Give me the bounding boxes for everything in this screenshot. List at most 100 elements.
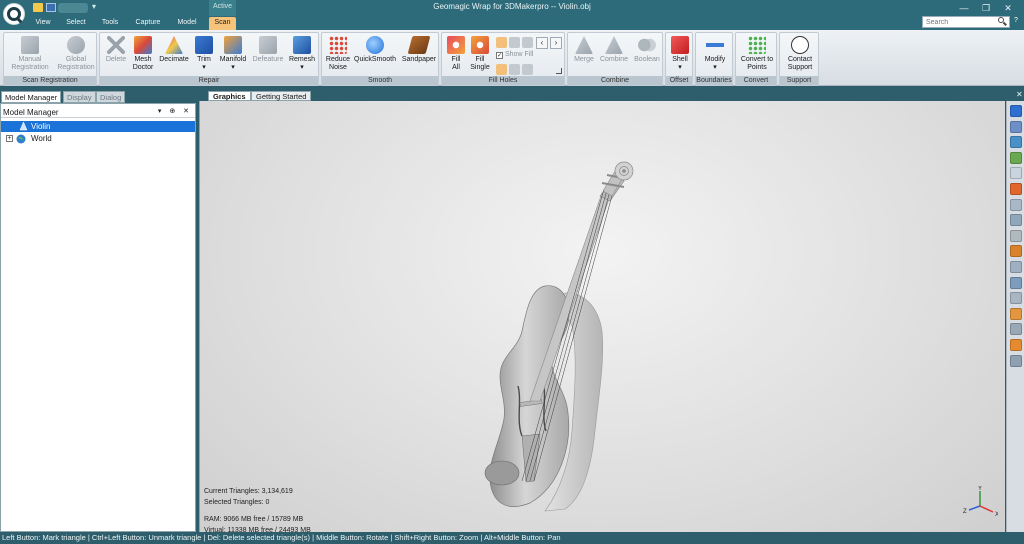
maximize-button[interactable]: ❐ [976,2,996,14]
modify-button[interactable]: Modify ▾ [698,36,732,71]
decimate-button[interactable]: Decimate [159,36,189,64]
help-button[interactable]: ? [1011,17,1021,27]
group-title: Support [780,76,818,85]
view-iso-icon[interactable] [1010,136,1022,149]
violin-model[interactable] [200,101,1006,532]
tab-dialog[interactable]: Dialog [96,91,126,103]
close-graphics-button[interactable]: ✕ [1016,90,1023,99]
panel-header-controls[interactable]: ▾ ⊕ ✕ [158,107,192,115]
selection-icon[interactable] [1010,276,1022,289]
contact-support-button[interactable]: Contact Support [782,36,818,71]
brush-icon[interactable] [1010,245,1022,258]
fill-single-button[interactable]: Fill Single [469,36,491,71]
tree-item-violin[interactable]: Violin [1,121,195,132]
reduce-noise-button[interactable]: Reduce Noise [325,36,351,71]
tab-select[interactable]: Select [62,17,90,30]
trim-button[interactable]: Trim ▾ [193,36,215,71]
view-fit-icon[interactable] [1010,151,1022,164]
manual-registration-button[interactable]: Manual Registration [8,36,52,71]
defeature-button[interactable]: Defeature [252,36,284,64]
remesh-button[interactable]: Remesh ▾ [287,36,317,71]
close-button[interactable]: ✕ [998,2,1018,14]
button-label: Contact Support [787,56,813,71]
group-smooth: Reduce Noise QuickSmooth Sandpaper Smoot… [321,32,439,86]
fill-tangent-icon[interactable] [509,37,520,48]
ram-text: RAM: 9066 MB free / 15789 MB [204,516,304,523]
layer-icon[interactable] [1010,323,1022,336]
global-registration-button[interactable]: Global Registration [54,36,98,71]
tab-getting-started[interactable]: Getting Started [251,91,312,101]
globe-icon [791,36,809,54]
fill-flat-icon[interactable] [522,37,533,48]
mesh-doctor-button[interactable]: Mesh Doctor [131,36,155,71]
fill-partial-icon[interactable] [496,64,507,75]
prev-hole-button[interactable]: ‹ [536,37,548,49]
model-manager-panel: Model Manager ▾ ⊕ ✕ Violin + World [0,103,196,532]
fill-all-button[interactable]: Fill All [445,36,467,71]
fill-bridge-icon[interactable] [509,64,520,75]
render-icon[interactable] [1010,198,1022,211]
search-icon[interactable] [997,17,1007,27]
button-label: Shell ▾ [672,56,688,71]
merge-button[interactable]: Merge [570,36,598,64]
delete-icon [107,36,125,54]
tab-model[interactable]: Model [172,17,202,30]
shell-button[interactable]: Shell ▾ [667,36,693,71]
manifold-icon [224,36,242,54]
app-logo-icon[interactable] [3,3,25,25]
button-label: Modify ▾ [704,56,726,71]
button-label: Reduce Noise [325,56,351,71]
left-panel-tabs: Model Manager Display Dialog [0,90,197,103]
view-front-icon[interactable] [1010,105,1022,117]
show-fill-checkbox[interactable]: ✓ Show Fill [496,51,533,59]
lasso-icon[interactable] [1010,292,1022,305]
fill-edge-icon[interactable] [522,64,533,75]
group-title: Repair [100,76,318,85]
tab-graphics[interactable]: Graphics [208,91,251,101]
group-combine: Merge Combine Boolean Combine [567,32,663,86]
combine-button[interactable]: Combine [598,36,630,64]
group-convert: Convert to Points Convert [735,32,777,86]
next-hole-button[interactable]: › [550,37,562,49]
view-toolbar [1006,101,1024,532]
fill-holes-dialog-launcher[interactable] [556,68,562,74]
zoom-icon[interactable] [1010,167,1022,180]
tab-display[interactable]: Display [63,91,96,103]
pen-icon[interactable] [1010,229,1022,242]
tab-model-manager[interactable]: Model Manager [1,91,62,103]
tree-item-world[interactable]: + World [1,133,195,144]
screenshot-icon[interactable] [1010,354,1022,367]
quicksmooth-button[interactable]: QuickSmooth [354,36,396,64]
fill-complete-icon[interactable] [496,37,507,48]
convert-to-points-button[interactable]: Convert to Points [738,36,776,71]
show-fill-checkmark: ✓ [496,52,503,59]
group-title: Offset [666,76,692,85]
section-icon[interactable] [1010,261,1022,273]
button-label: Fill All [451,56,461,71]
tab-view[interactable]: View [28,17,58,30]
tab-tools[interactable]: Tools [96,17,124,30]
boolean-button[interactable]: Boolean [631,36,663,64]
delete-button[interactable]: Delete [103,36,129,64]
manifold-button[interactable]: Manifold ▾ [218,36,248,71]
paint-icon[interactable] [1010,307,1022,320]
tab-capture[interactable]: Capture [130,17,166,30]
group-title: Boundaries [696,76,732,85]
group-fill-holes: Fill All Fill Single ‹ › ✓ Show Fill Fill… [441,32,565,86]
sandpaper-button[interactable]: Sandpaper [400,36,438,64]
tab-scan[interactable]: Scan [209,17,236,30]
view-rotate-icon[interactable] [1010,120,1022,133]
quicksmooth-icon [366,36,384,54]
color-map-icon[interactable] [1010,183,1022,195]
button-label: Convert to Points [740,56,774,71]
minimize-button[interactable]: — [954,2,974,14]
button-label: Manual Registration [11,56,49,71]
camera-icon[interactable] [1010,214,1022,227]
graphics-viewport[interactable]: Current Triangles: 3,134,619 Selected Tr… [199,101,1006,534]
button-label: Merge [574,56,594,63]
window-title: Geomagic Wrap for 3DMakerpro -- Violin.o… [433,2,591,11]
expand-toggle[interactable]: + [6,135,13,142]
status-bar: Left Button: Mark triangle | Ctrl+Left B… [0,532,1024,544]
fill-color-icon[interactable] [1010,339,1022,351]
current-triangles-text: Current Triangles: 3,134,619 [204,488,293,495]
